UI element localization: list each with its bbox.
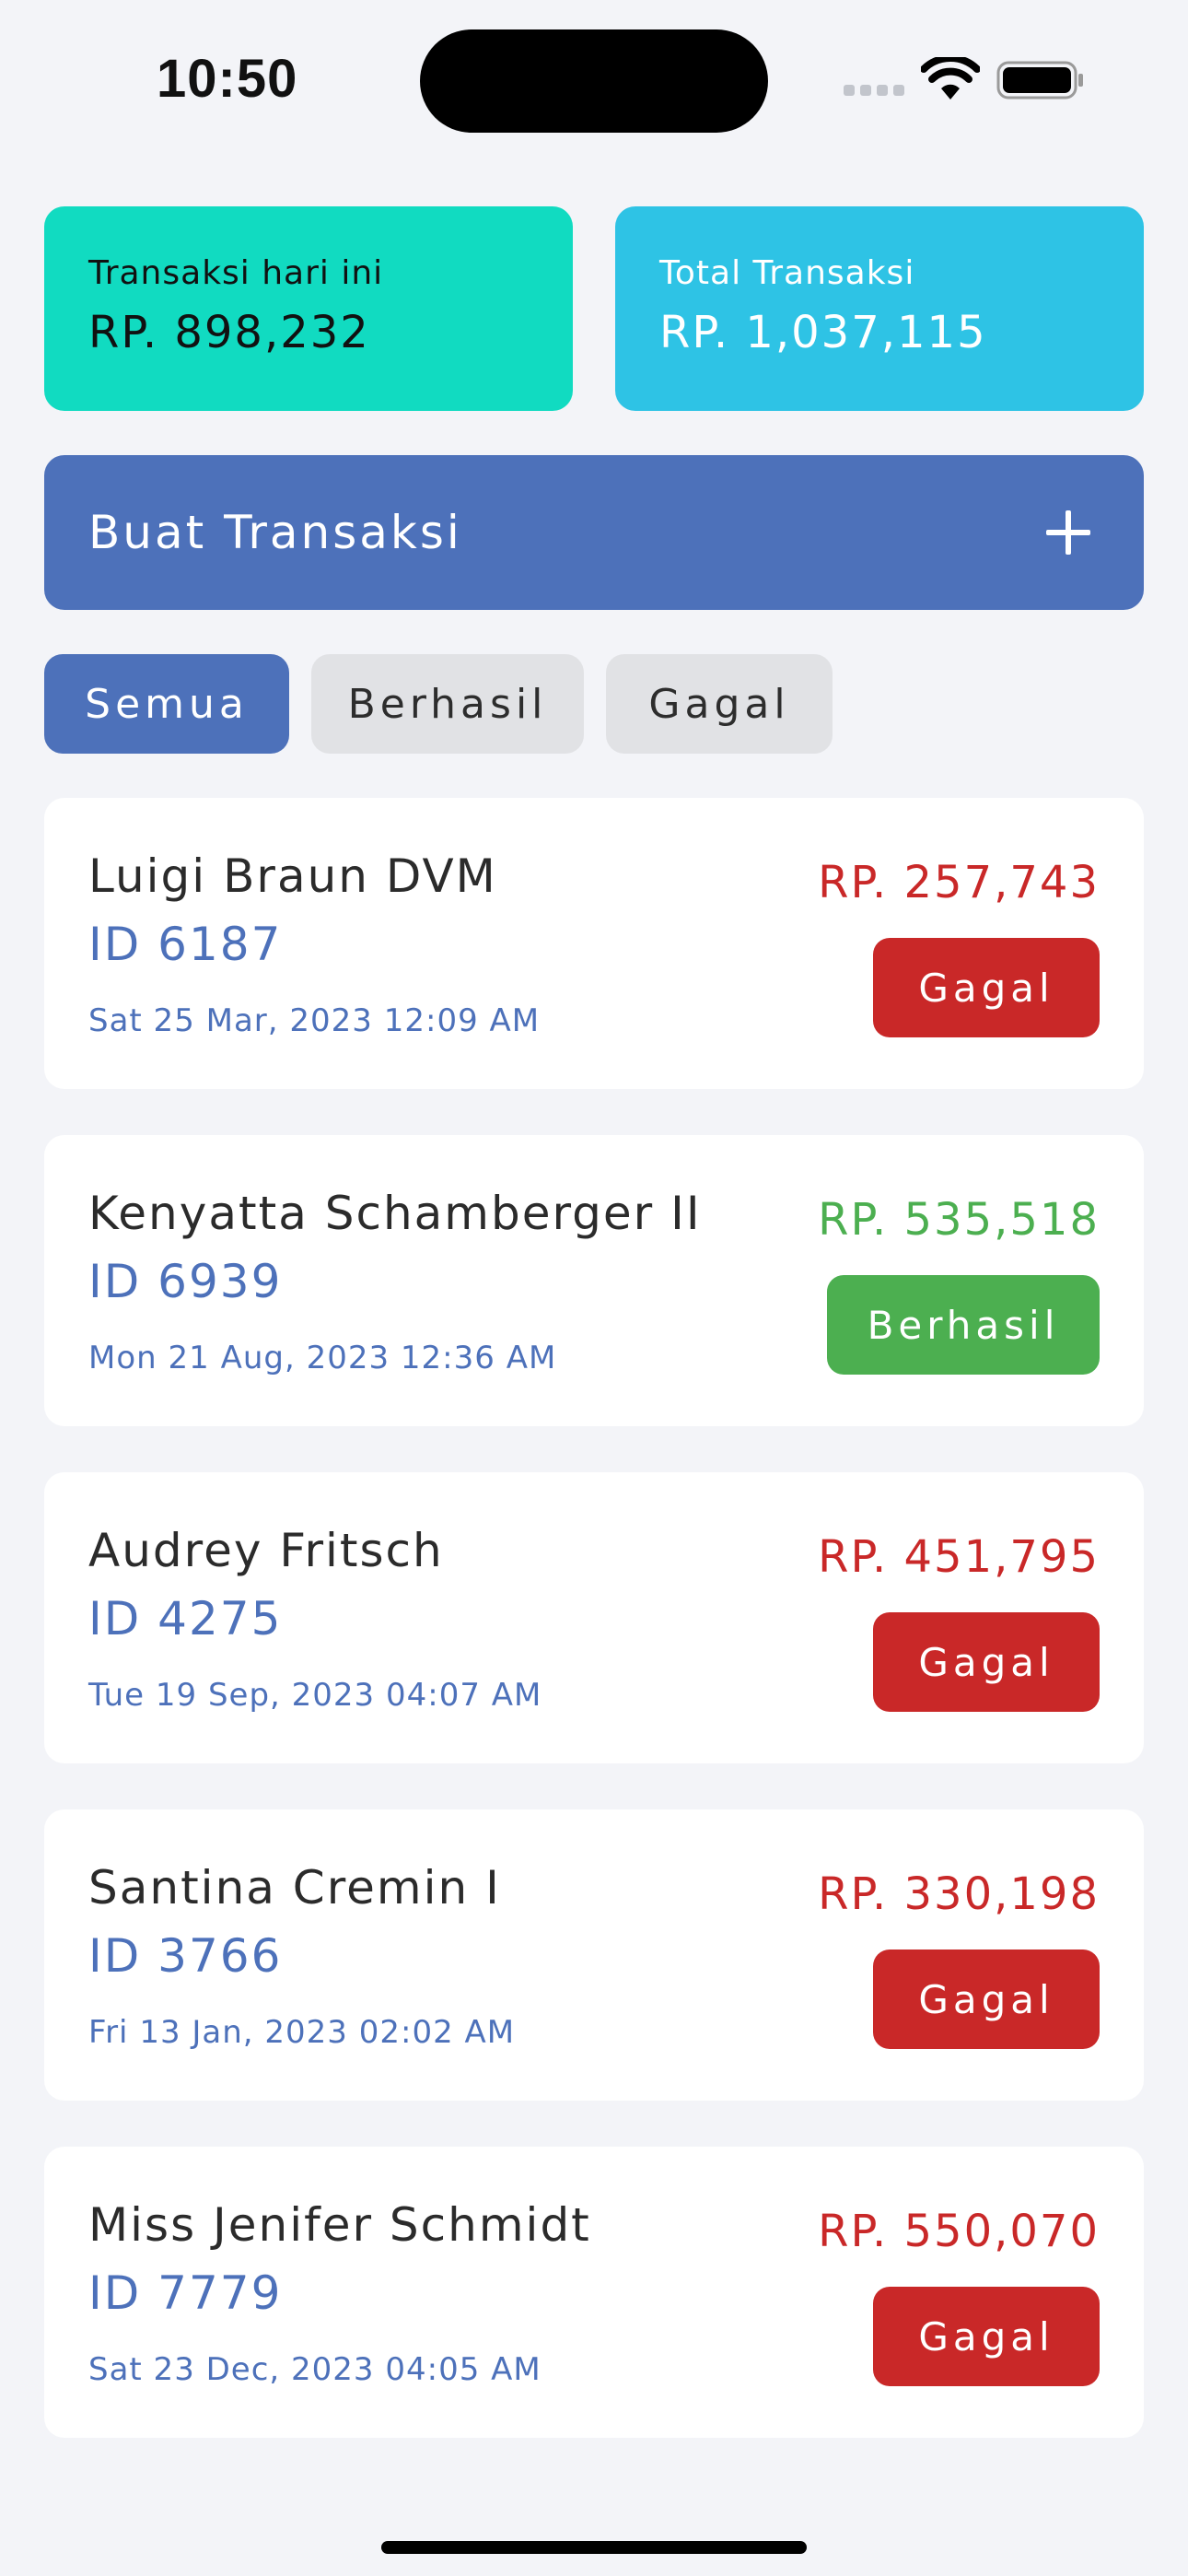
transaction-name: Luigi Braun DVM [88,849,497,903]
transaction-card[interactable]: Luigi Braun DVM ID 6187 Sat 25 Mar, 2023… [44,798,1144,1089]
transaction-amount: RP. 257,743 [818,857,1100,908]
main-content: Transaksi hari ini RP. 898,232 Total Tra… [44,206,1144,2438]
transaction-card[interactable]: Audrey Fritsch ID 4275 Tue 19 Sep, 2023 … [44,1472,1144,1763]
filter-success-tab[interactable]: Berhasil [311,654,584,754]
summary-cards: Transaksi hari ini RP. 898,232 Total Tra… [44,206,1144,411]
status-badge: Gagal [873,1950,1100,2049]
status-badge: Berhasil [827,1275,1100,1375]
transaction-date: Sat 25 Mar, 2023 12:09 AM [88,1002,541,1039]
transaction-id: ID 7779 [88,2266,283,2320]
signal-icon [844,85,904,98]
transaction-amount: RP. 451,795 [818,1531,1100,1583]
today-transactions-card: Transaksi hari ini RP. 898,232 [44,206,573,411]
status-time: 10:50 [157,49,298,109]
create-transaction-button[interactable]: Buat Transaksi [44,455,1144,610]
transaction-date: Fri 13 Jan, 2023 02:02 AM [88,2014,516,2051]
transaction-name: Audrey Fritsch [88,1524,444,1577]
today-transactions-value: RP. 898,232 [88,307,370,358]
total-transactions-value: RP. 1,037,115 [659,307,987,358]
transaction-date: Tue 19 Sep, 2023 04:07 AM [88,1677,542,1714]
transaction-card[interactable]: Kenyatta Schamberger II ID 6939 Mon 21 A… [44,1135,1144,1426]
transaction-card[interactable]: Santina Cremin I ID 3766 Fri 13 Jan, 202… [44,1809,1144,2101]
wifi-icon [921,57,980,100]
battery-icon [996,61,1083,100]
create-transaction-label: Buat Transaksi [88,506,462,559]
today-transactions-label: Transaksi hari ini [88,254,384,292]
transaction-name: Santina Cremin I [88,1861,501,1914]
dynamic-island [420,29,768,133]
transaction-date: Sat 23 Dec, 2023 04:05 AM [88,2351,542,2388]
status-badge: Gagal [873,938,1100,1037]
transaction-list: Luigi Braun DVM ID 6187 Sat 25 Mar, 2023… [44,798,1144,2438]
filter-tabs: Semua Berhasil Gagal [44,654,1144,754]
transaction-amount: RP. 535,518 [818,1194,1100,1246]
transaction-id: ID 4275 [88,1592,283,1645]
filter-failed-tab[interactable]: Gagal [606,654,833,754]
transaction-amount: RP. 330,198 [818,1868,1100,1920]
transaction-id: ID 6187 [88,918,283,971]
home-indicator[interactable] [381,2541,807,2554]
transaction-name: Kenyatta Schamberger II [88,1187,702,1240]
transaction-id: ID 6939 [88,1255,283,1308]
filter-all-tab[interactable]: Semua [44,654,289,754]
transaction-name: Miss Jenifer Schmidt [88,2198,591,2252]
total-transactions-label: Total Transaksi [659,254,915,292]
plus-icon [1046,510,1090,555]
status-bar: 10:50 [0,0,1188,157]
status-badge: Gagal [873,1612,1100,1712]
status-badge: Gagal [873,2287,1100,2386]
transaction-date: Mon 21 Aug, 2023 12:36 AM [88,1340,557,1376]
transaction-id: ID 3766 [88,1929,283,1983]
transaction-amount: RP. 550,070 [818,2206,1100,2257]
transaction-card[interactable]: Miss Jenifer Schmidt ID 7779 Sat 23 Dec,… [44,2147,1144,2438]
total-transactions-card: Total Transaksi RP. 1,037,115 [615,206,1144,411]
